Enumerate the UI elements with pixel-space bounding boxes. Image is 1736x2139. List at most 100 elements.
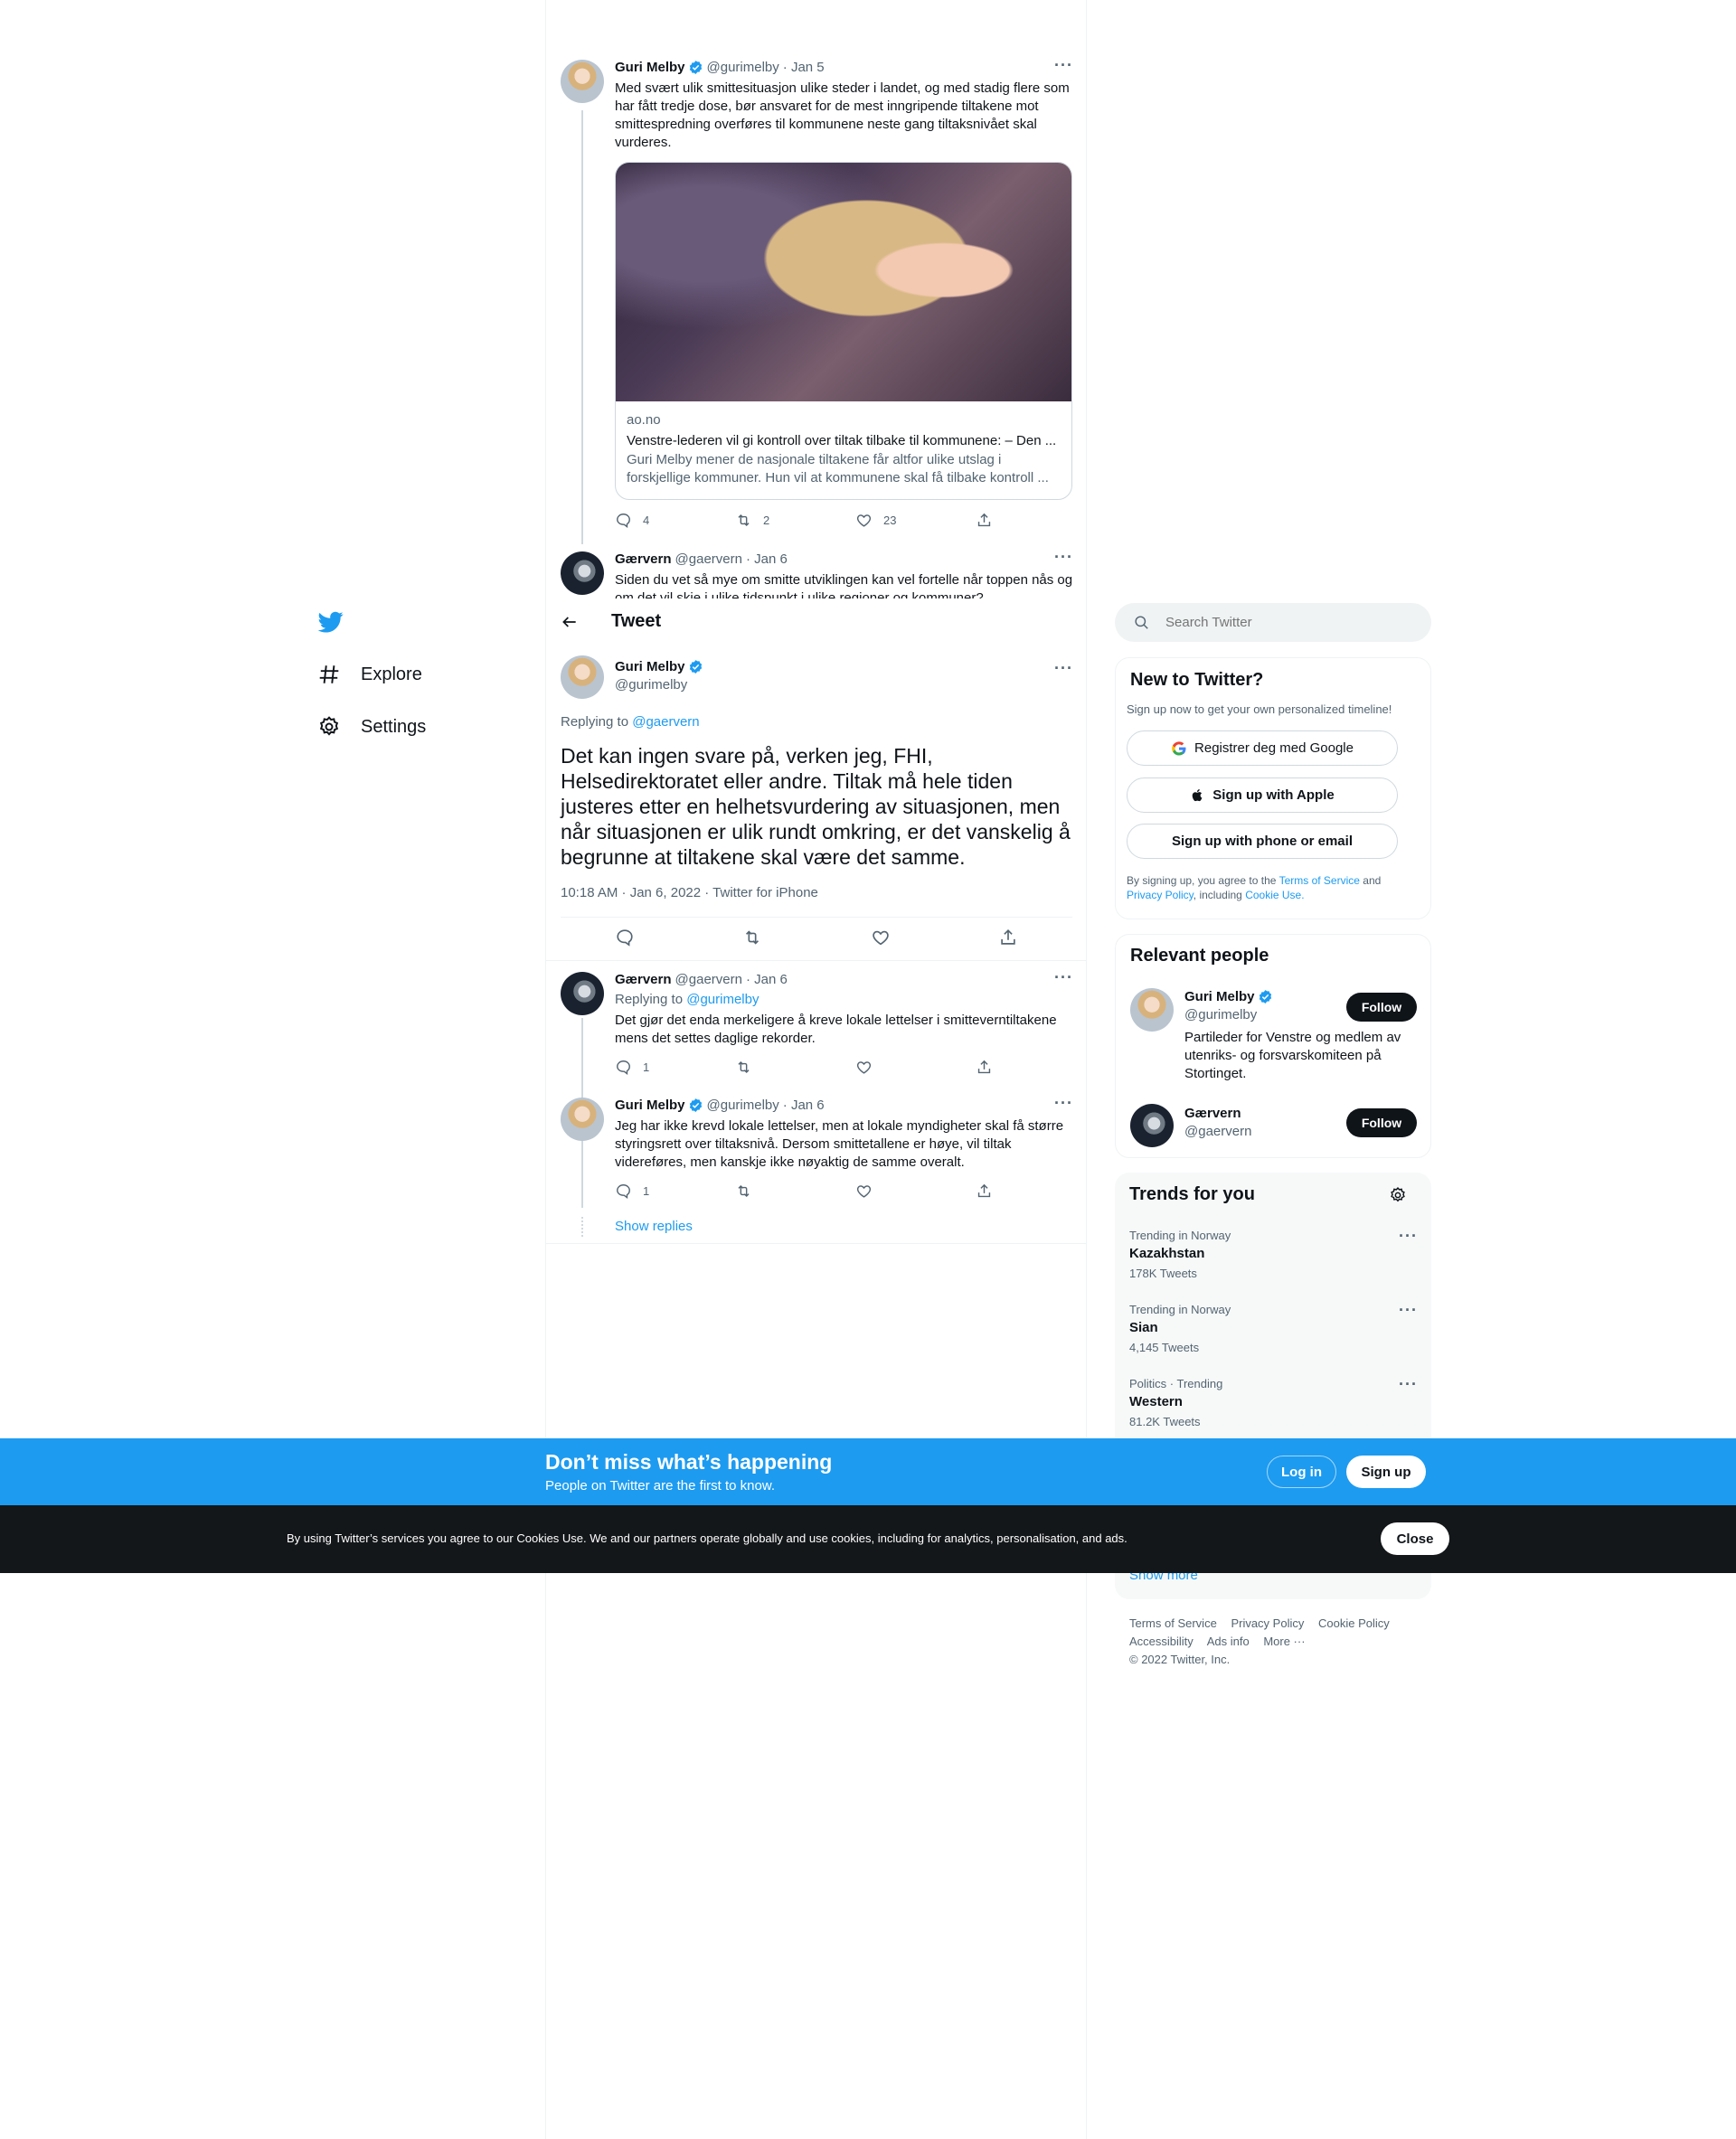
more-icon[interactable]: ··· [1399,1227,1418,1246]
trend-meta: Trending in Norway [1129,1303,1231,1316]
author-handle[interactable]: @gurimelby [615,677,703,693]
cookie-use-link[interactable]: Cookie Use. [1245,889,1304,901]
terms-link[interactable]: Terms of Service [1279,874,1360,887]
back-arrow-icon[interactable] [561,613,579,631]
card-image [616,163,1071,401]
author-name[interactable]: Gærvern [615,551,672,567]
person-name: Gærvern [1184,1106,1241,1121]
retweet-button[interactable] [735,1059,855,1076]
gear-icon[interactable] [1389,1186,1407,1204]
like-button[interactable]: 23 [855,512,976,529]
privacy-link[interactable]: Privacy Policy [1127,889,1194,901]
avatar[interactable] [561,972,604,1015]
more-icon[interactable]: ··· [1054,548,1073,567]
nav-explore[interactable]: Explore [317,663,422,686]
tweet-date[interactable]: · Jan 6 [746,551,788,567]
more-icon[interactable]: ··· [1399,1301,1418,1320]
like-button[interactable] [855,1059,976,1076]
avatar[interactable] [561,1098,604,1141]
trend-item[interactable]: Trending in Norway Kazakhstan 178K Tweet… [1129,1229,1419,1280]
more-icon[interactable]: ··· [1054,968,1073,987]
avatar[interactable] [1130,988,1174,1032]
avatar[interactable] [1130,1104,1174,1147]
apple-signup-button[interactable]: Sign up with Apple [1127,777,1398,813]
twitter-logo-icon[interactable] [316,609,345,635]
follow-button[interactable]: Follow [1346,993,1417,1022]
reply-icon [617,1060,630,1075]
footer-privacy-link[interactable]: Privacy Policy [1231,1616,1304,1630]
nav-settings[interactable]: Settings [317,715,426,739]
footer-ads-link[interactable]: Ads info [1207,1635,1250,1648]
person-gaervern[interactable]: Gærvern @gaervern [1184,1106,1365,1139]
page-header: Tweet [546,598,1086,646]
heart-icon[interactable] [871,928,891,947]
footer-cookie-link[interactable]: Cookie Policy [1318,1616,1390,1630]
author-name[interactable]: Guri Melby [615,1098,685,1113]
banner-title: Don’t miss what’s happening [545,1450,833,1474]
heart-icon [856,1061,872,1074]
card-domain: ao.no [627,412,661,428]
share-button[interactable] [976,1059,993,1076]
trend-meta: Politics · Trending [1129,1377,1223,1390]
trend-count: 81.2K Tweets [1129,1415,1201,1428]
tweet-date[interactable]: · Jan 6 [783,1098,825,1113]
footer-more-link[interactable]: More ··· [1263,1635,1305,1648]
link-card[interactable]: ao.no Venstre-lederen vil gi kontroll ov… [615,162,1072,500]
author-handle[interactable]: @gaervern [675,972,742,987]
reply-button[interactable]: 1 [615,1183,735,1200]
tweet-date[interactable]: · Jan 6 [746,972,788,987]
replying-to-link[interactable]: @gaervern [632,714,699,730]
phone-signup-button[interactable]: Sign up with phone or email [1127,824,1398,859]
search-icon [1135,616,1148,629]
person-guri[interactable]: Guri Melby @gurimelby [1184,989,1365,1022]
author-name[interactable]: Gærvern [615,972,672,987]
replying-label: Replying to [561,714,629,730]
search-input[interactable] [1165,612,1410,633]
footer-terms-link[interactable]: Terms of Service [1129,1616,1217,1630]
more-icon[interactable]: ··· [1054,1094,1073,1113]
google-signup-button[interactable]: Registrer deg med Google [1127,730,1398,766]
author-name[interactable]: Guri Melby [615,60,685,75]
author-name[interactable]: Guri Melby [615,659,685,674]
author-handle[interactable]: @gurimelby [707,1098,779,1113]
nav-settings-label: Settings [361,716,427,737]
reply-icon[interactable] [615,928,635,947]
retweet-icon[interactable] [742,928,762,947]
avatar[interactable] [561,60,604,103]
card-title: Venstre-lederen vil gi kontroll over til… [627,433,1057,448]
search-bar[interactable] [1115,603,1431,642]
panel-subtitle: Sign up now to get your own personalized… [1127,702,1392,716]
google-logo-icon [1172,740,1186,755]
share-button[interactable] [976,1183,993,1200]
close-button[interactable]: Close [1381,1522,1449,1555]
follow-button[interactable]: Follow [1346,1108,1417,1137]
trend-item[interactable]: Politics · Trending Western 81.2K Tweets [1129,1377,1419,1428]
avatar[interactable] [561,655,604,699]
retweet-button[interactable]: 2 [735,512,855,529]
share-icon[interactable] [998,928,1018,947]
panel-title: Trends for you [1129,1184,1255,1204]
thread-line [581,110,583,544]
tweet-date[interactable]: · Jan 5 [783,60,825,75]
panel-title: Relevant people [1130,946,1269,966]
retweet-button[interactable] [735,1183,855,1200]
more-icon[interactable]: ··· [1399,1375,1418,1394]
replying-to-link[interactable]: @gurimelby [686,992,759,1007]
reply-button[interactable]: 4 [615,512,735,529]
share-icon [977,513,991,527]
footer-accessibility-link[interactable]: Accessibility [1129,1635,1194,1648]
avatar[interactable] [561,551,604,595]
more-icon[interactable]: ··· [1054,56,1073,75]
show-replies-link[interactable]: Show replies [615,1219,693,1234]
tweet-timestamp[interactable]: 10:18 AM · Jan 6, 2022 · Twitter for iPh… [561,885,818,900]
author-handle[interactable]: @gurimelby [707,60,779,75]
login-button[interactable]: Log in [1267,1456,1336,1488]
more-icon[interactable]: ··· [1054,659,1073,678]
signup-button[interactable]: Sign up [1346,1456,1426,1488]
share-button[interactable] [976,512,993,529]
tweet-actions: 1 [615,1183,1072,1200]
like-button[interactable] [855,1183,976,1200]
trend-item[interactable]: Trending in Norway Sian 4,145 Tweets [1129,1303,1419,1354]
author-handle[interactable]: @gaervern [675,551,742,567]
reply-button[interactable]: 1 [615,1059,735,1076]
